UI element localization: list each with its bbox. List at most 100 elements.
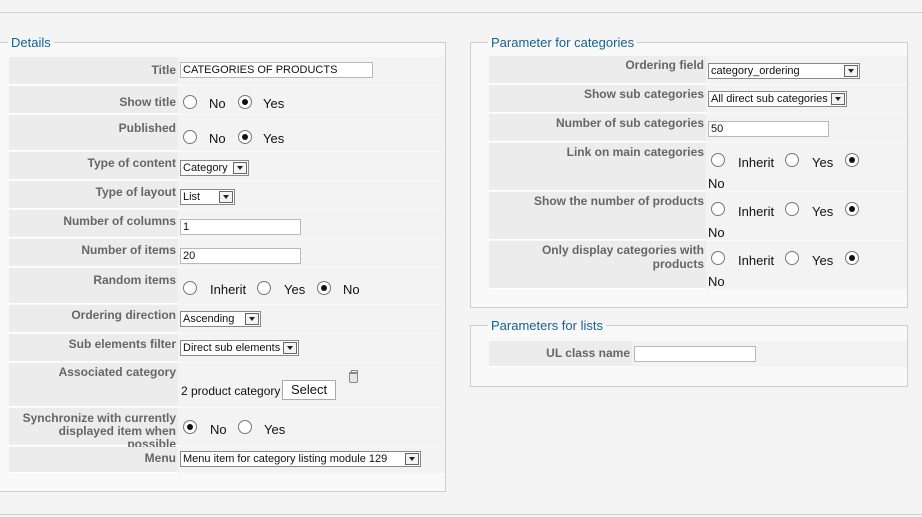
- row-number-of-sub-categories: Number of sub categories: [489, 114, 907, 142]
- random-items-yes-label: Yes: [284, 282, 306, 297]
- list-parameters-legend: Parameters for lists: [491, 318, 603, 333]
- num-products-no-radio[interactable]: [845, 202, 859, 216]
- top-divider: [0, 12, 922, 13]
- row-title: Title: [9, 57, 445, 85]
- number-of-sub-categories-label: Number of sub categories: [489, 114, 706, 142]
- show-title-label: Show title: [9, 86, 178, 114]
- row-number-of-columns: Number of columns: [9, 210, 445, 238]
- type-of-content-select[interactable]: Category: [180, 160, 249, 176]
- ordering-direction-select[interactable]: Ascending: [180, 311, 261, 327]
- show-sub-categories-value: All direct sub categories: [711, 93, 828, 105]
- chevron-down-icon: [831, 93, 845, 105]
- type-of-content-label: Type of content: [9, 152, 178, 180]
- link-main-yes-label: Yes: [812, 155, 834, 170]
- random-items-inherit-label: Inherit: [210, 282, 247, 297]
- row-published: Published No Yes: [9, 115, 445, 151]
- link-main-yes-radio[interactable]: [785, 153, 799, 167]
- ordering-direction-value: Ascending: [183, 313, 235, 325]
- published-yes-radio[interactable]: [238, 130, 252, 144]
- title-label: Title: [9, 57, 178, 85]
- link-main-no-radio[interactable]: [845, 153, 859, 167]
- number-of-items-input[interactable]: [180, 248, 301, 264]
- only-display-yes-label: Yes: [812, 253, 834, 268]
- show-title-yes-label: Yes: [263, 96, 285, 111]
- type-of-content-value: Category: [183, 162, 228, 174]
- category-parameters-legend: Parameter for categories: [491, 35, 635, 50]
- synchronize-no-label: No: [210, 422, 227, 437]
- link-on-main-categories-label: Link on main categories: [489, 143, 706, 191]
- show-sub-categories-select[interactable]: All direct sub categories: [708, 91, 847, 107]
- link-main-no-label: No: [708, 176, 725, 191]
- show-title-no-radio[interactable]: [183, 95, 197, 109]
- random-items-yes-radio[interactable]: [257, 281, 271, 295]
- select-category-button[interactable]: Select: [282, 380, 337, 400]
- row-associated-category: Associated category 2 product category S…: [9, 363, 445, 407]
- published-label: Published: [9, 115, 178, 151]
- chevron-down-icon: [283, 342, 297, 354]
- bottom-divider: [0, 514, 922, 515]
- published-no-radio[interactable]: [183, 130, 197, 144]
- sub-elements-filter-select[interactable]: Direct sub elements: [180, 340, 299, 356]
- random-items-no-label: No: [343, 282, 360, 297]
- details-legend: Details: [11, 35, 51, 50]
- only-display-no-radio[interactable]: [845, 251, 859, 265]
- random-items-label: Random items: [9, 268, 178, 304]
- show-title-yes-radio[interactable]: [238, 95, 252, 109]
- title-input[interactable]: [180, 62, 373, 78]
- num-products-no-label: No: [708, 225, 725, 240]
- row-number-of-items: Number of items: [9, 239, 445, 267]
- num-products-inherit-radio[interactable]: [711, 202, 725, 216]
- row-sub-elements-filter: Sub elements filter Direct sub elements: [9, 334, 445, 362]
- num-products-inherit-label: Inherit: [738, 204, 775, 219]
- show-title-no-label: No: [209, 96, 226, 111]
- row-ordering-direction: Ordering direction Ascending: [9, 305, 445, 333]
- only-display-with-products-label: Only display categories with products: [489, 241, 706, 289]
- row-ul-class-name: UL class name: [489, 341, 907, 367]
- menu-select[interactable]: Menu item for category listing module 12…: [180, 451, 421, 467]
- only-display-no-label: No: [708, 274, 725, 289]
- random-items-inherit-radio[interactable]: [183, 281, 197, 295]
- ordering-direction-label: Ordering direction: [9, 305, 178, 333]
- show-number-of-products-label: Show the number of products: [489, 192, 706, 240]
- sub-elements-filter-label: Sub elements filter: [9, 334, 178, 362]
- row-link-on-main-categories: Link on main categories Inherit Yes No: [489, 143, 907, 191]
- row-show-title: Show title No Yes: [9, 86, 445, 114]
- row-show-number-of-products: Show the number of products Inherit Yes …: [489, 192, 907, 240]
- ul-class-name-input[interactable]: [634, 346, 756, 362]
- chevron-down-icon: [233, 162, 247, 174]
- number-of-columns-input[interactable]: [180, 219, 301, 235]
- sub-elements-filter-value: Direct sub elements: [183, 342, 281, 354]
- row-ordering-field: Ordering field category_ordering: [489, 56, 907, 84]
- show-sub-categories-label: Show sub categories: [489, 85, 706, 113]
- row-menu: Menu Menu item for category listing modu…: [9, 447, 445, 473]
- ordering-field-value: category_ordering: [711, 65, 800, 77]
- menu-value: Menu item for category listing module 12…: [183, 453, 388, 465]
- number-of-items-label: Number of items: [9, 239, 178, 267]
- published-no-label: No: [209, 131, 226, 146]
- number-of-sub-categories-input[interactable]: [708, 121, 829, 137]
- synchronize-no-radio[interactable]: [183, 420, 197, 434]
- synchronize-yes-radio[interactable]: [238, 420, 252, 434]
- only-display-yes-radio[interactable]: [785, 251, 799, 265]
- only-display-inherit-radio[interactable]: [711, 251, 725, 265]
- row-synchronize: Synchronize with currently displayed ite…: [9, 408, 445, 451]
- link-main-inherit-radio[interactable]: [711, 153, 725, 167]
- num-products-yes-radio[interactable]: [785, 202, 799, 216]
- ordering-field-select[interactable]: category_ordering: [708, 63, 860, 79]
- number-of-columns-label: Number of columns: [9, 210, 178, 238]
- ordering-field-label: Ordering field: [489, 56, 706, 84]
- published-yes-label: Yes: [263, 131, 285, 146]
- link-main-inherit-label: Inherit: [738, 155, 775, 170]
- chevron-down-icon: [245, 313, 259, 325]
- row-type-of-content: Type of content Category: [9, 152, 445, 180]
- synchronize-yes-label: Yes: [264, 422, 286, 437]
- chevron-down-icon: [219, 191, 233, 203]
- row-type-of-layout: Type of layout List: [9, 181, 445, 209]
- row-random-items: Random items Inherit Yes No: [9, 268, 445, 304]
- type-of-layout-select[interactable]: List: [180, 189, 235, 205]
- associated-category-label: Associated category: [9, 363, 178, 407]
- associated-category-value: 2 product category: [181, 384, 281, 398]
- trash-icon[interactable]: [349, 370, 358, 383]
- row-show-sub-categories: Show sub categories All direct sub categ…: [489, 85, 907, 113]
- random-items-no-radio[interactable]: [317, 281, 331, 295]
